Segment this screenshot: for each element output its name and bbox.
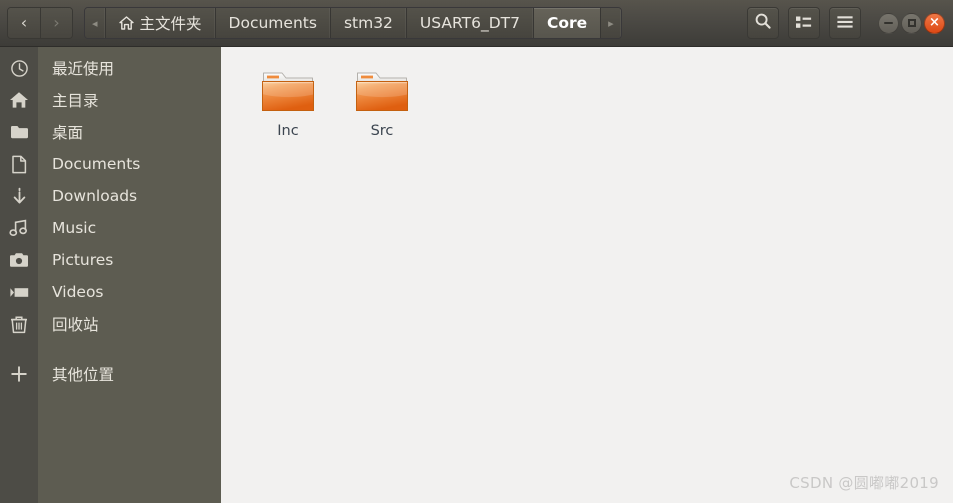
- home-icon: [0, 84, 38, 116]
- file-manager-window: ‹ › ◂ 主文件夹 Documents stm32 USART6_DT7 Co…: [0, 0, 953, 503]
- search-button[interactable]: [747, 7, 779, 39]
- sidebar: 最近使用 主目录 桌面 Documents Downloads Music Pi…: [0, 47, 221, 503]
- sidebar-item-music[interactable]: Music: [0, 212, 221, 244]
- sidebar-item-label: 最近使用: [52, 60, 115, 78]
- breadcrumb-item-home[interactable]: 主文件夹: [105, 8, 216, 38]
- back-chevron-icon: ‹: [20, 13, 28, 32]
- file-list-view[interactable]: Inc Src CSDN @圆嘟嘟2019: [221, 47, 953, 503]
- breadcrumb-item-core[interactable]: Core: [533, 8, 602, 38]
- trash-icon: [0, 308, 38, 340]
- watermark: CSDN @圆嘟嘟2019: [789, 474, 939, 492]
- folder-icon: [0, 116, 38, 148]
- folder-icon: [354, 67, 410, 117]
- breadcrumb-item-documents[interactable]: Documents: [215, 8, 331, 38]
- breadcrumb-scroll-right-button[interactable]: ▸: [601, 8, 621, 38]
- download-icon: [0, 180, 38, 212]
- forward-chevron-icon: ›: [53, 13, 60, 32]
- chevron-right-icon: ▸: [608, 16, 614, 30]
- sidebar-item-label: Pictures: [52, 251, 114, 269]
- maximize-button[interactable]: [901, 12, 922, 34]
- file-item-label: Inc: [277, 123, 299, 139]
- sidebar-item-label: Music: [52, 219, 97, 237]
- sidebar-item-label: 主目录: [52, 92, 99, 110]
- minus-icon: [884, 22, 893, 24]
- sidebar-item-label: Videos: [52, 283, 104, 301]
- sidebar-item-label: Downloads: [52, 187, 138, 205]
- breadcrumb: ◂ 主文件夹 Documents stm32 USART6_DT7 Core ▸: [84, 7, 622, 39]
- view-options-button[interactable]: [788, 7, 820, 39]
- back-button[interactable]: ‹: [8, 8, 40, 38]
- minimize-button[interactable]: [878, 12, 899, 34]
- search-icon: [754, 12, 772, 34]
- menu-button[interactable]: [829, 7, 861, 39]
- breadcrumb-item-stm32[interactable]: stm32: [330, 8, 407, 38]
- sidebar-item-label: 桌面: [52, 124, 84, 142]
- sidebar-item-pictures[interactable]: Pictures: [0, 244, 221, 276]
- video-icon: [0, 276, 38, 308]
- close-icon: ×: [929, 15, 940, 30]
- window-controls: ×: [876, 12, 945, 34]
- sidebar-item-recent[interactable]: 最近使用: [0, 52, 221, 84]
- breadcrumb-item-usart6-dt7[interactable]: USART6_DT7: [406, 8, 534, 38]
- sidebar-item-downloads[interactable]: Downloads: [0, 180, 221, 212]
- sidebar-places-list: 最近使用 主目录 桌面 Documents Downloads Music Pi…: [0, 47, 221, 390]
- view-list-icon: [795, 14, 813, 33]
- sidebar-item-trash[interactable]: 回收站: [0, 308, 221, 340]
- close-button[interactable]: ×: [924, 12, 945, 34]
- breadcrumb-item-label: 主文件夹: [139, 15, 202, 33]
- sidebar-item-label: 回收站: [52, 316, 99, 334]
- sidebar-item-label: Documents: [52, 155, 141, 173]
- document-icon: [0, 148, 38, 180]
- file-grid: Inc Src: [221, 47, 953, 139]
- titlebar: ‹ › ◂ 主文件夹 Documents stm32 USART6_DT7 Co…: [0, 0, 953, 47]
- sidebar-item-other-locations[interactable]: 其他位置: [0, 358, 221, 390]
- music-icon: [0, 212, 38, 244]
- folder-icon: [260, 67, 316, 117]
- breadcrumb-item-label: stm32: [343, 14, 393, 32]
- breadcrumb-scroll-left-button[interactable]: ◂: [85, 8, 106, 38]
- file-item[interactable]: Src: [335, 61, 429, 139]
- sidebar-item-desktop[interactable]: 桌面: [0, 116, 221, 148]
- breadcrumb-item-label: USART6_DT7: [419, 14, 520, 32]
- plus-icon: [0, 358, 38, 390]
- sidebar-item-documents[interactable]: Documents: [0, 148, 221, 180]
- chevron-left-icon: ◂: [92, 16, 98, 30]
- breadcrumb-item-label: Core: [546, 14, 588, 32]
- forward-button[interactable]: ›: [40, 8, 72, 38]
- sidebar-item-label: 其他位置: [52, 366, 115, 384]
- camera-icon: [0, 244, 38, 276]
- titlebar-tools: ×: [738, 7, 953, 39]
- breadcrumb-item-label: Documents: [228, 14, 317, 32]
- square-icon: [907, 19, 916, 27]
- navigation-buttons: ‹ ›: [7, 7, 73, 39]
- hamburger-menu-icon: [836, 14, 854, 33]
- clock-icon: [0, 52, 38, 84]
- sidebar-item-home[interactable]: 主目录: [0, 84, 221, 116]
- sidebar-item-videos[interactable]: Videos: [0, 276, 221, 308]
- file-item-label: Src: [370, 123, 394, 139]
- home-icon: [118, 16, 134, 30]
- file-item[interactable]: Inc: [241, 61, 335, 139]
